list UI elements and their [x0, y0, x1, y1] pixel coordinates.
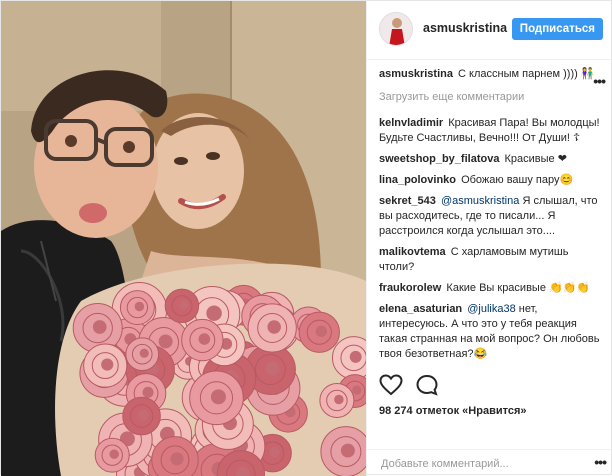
comment-text: Какие Вы красивые 👏👏👏 [446, 282, 591, 294]
header-username[interactable]: asmuskristina [423, 21, 507, 35]
comment-username[interactable]: fraukorolew [379, 282, 441, 294]
comment-item: fraukorolew Какие Вы красивые 👏👏👏 [379, 281, 601, 296]
comment-item: lina_polovinko Обожаю вашу пару😊 [379, 173, 601, 188]
caption-text: С классным парнем )))) 👫 [458, 68, 595, 80]
comment-username[interactable]: sekret_543 [379, 195, 436, 207]
post-header: asmuskristina Подписаться [367, 1, 612, 60]
avatar[interactable] [379, 12, 413, 46]
load-more-comments-link[interactable]: Загрузить еще комментарии [379, 90, 601, 105]
avatar-image [380, 13, 412, 45]
comment-username[interactable]: malikovtema [379, 246, 446, 258]
caption-username[interactable]: asmuskristina [379, 68, 453, 80]
comment-username[interactable]: lina_polovinko [379, 174, 456, 186]
comment-text: Обожаю вашу пару😊 [461, 174, 574, 186]
follow-button[interactable]: Подписаться [511, 18, 603, 40]
post-photo[interactable] [1, 1, 366, 476]
caption: asmuskristina С классным парнем )))) 👫 [379, 67, 601, 82]
add-comment-bar: ••• [367, 449, 612, 476]
comment-mention[interactable]: @asmuskristina [441, 195, 519, 207]
comment-icon[interactable] [415, 374, 439, 396]
comment-item: sweetshop_by_filatova Красивые ❤ [379, 152, 601, 167]
comment-item: elena_asaturian @julika38 нет, интересую… [379, 302, 601, 362]
comments-list: asmuskristina С классным парнем )))) 👫 З… [379, 67, 601, 368]
comment-username[interactable]: sweetshop_by_filatova [379, 153, 499, 165]
comment-item: kelnvladimir Красивая Пара! Вы молодцы! … [379, 116, 601, 146]
options-icon[interactable]: ••• [594, 454, 607, 470]
comment-item: malikovtema С харламовым мутишь чтоли? [379, 245, 601, 275]
post-sidebar: asmuskristina Подписаться ••• asmuskrist… [366, 1, 612, 476]
post-actions [379, 374, 601, 398]
comment-mention[interactable]: @julika38 [467, 303, 515, 315]
heart-icon[interactable] [379, 374, 403, 396]
instagram-post: asmuskristina Подписаться ••• asmuskrist… [0, 0, 612, 476]
comment-item: sekret_543 @asmuskristina Я слышал, что … [379, 194, 601, 239]
comment-input[interactable] [379, 457, 583, 471]
comment-username[interactable]: kelnvladimir [379, 117, 443, 129]
likes-count[interactable]: 98 274 отметок «Нравится» [379, 405, 527, 417]
comment-text: Красивые ❤ [504, 153, 567, 165]
roses-bouquet [72, 281, 366, 476]
comment-username[interactable]: elena_asaturian [379, 303, 462, 315]
